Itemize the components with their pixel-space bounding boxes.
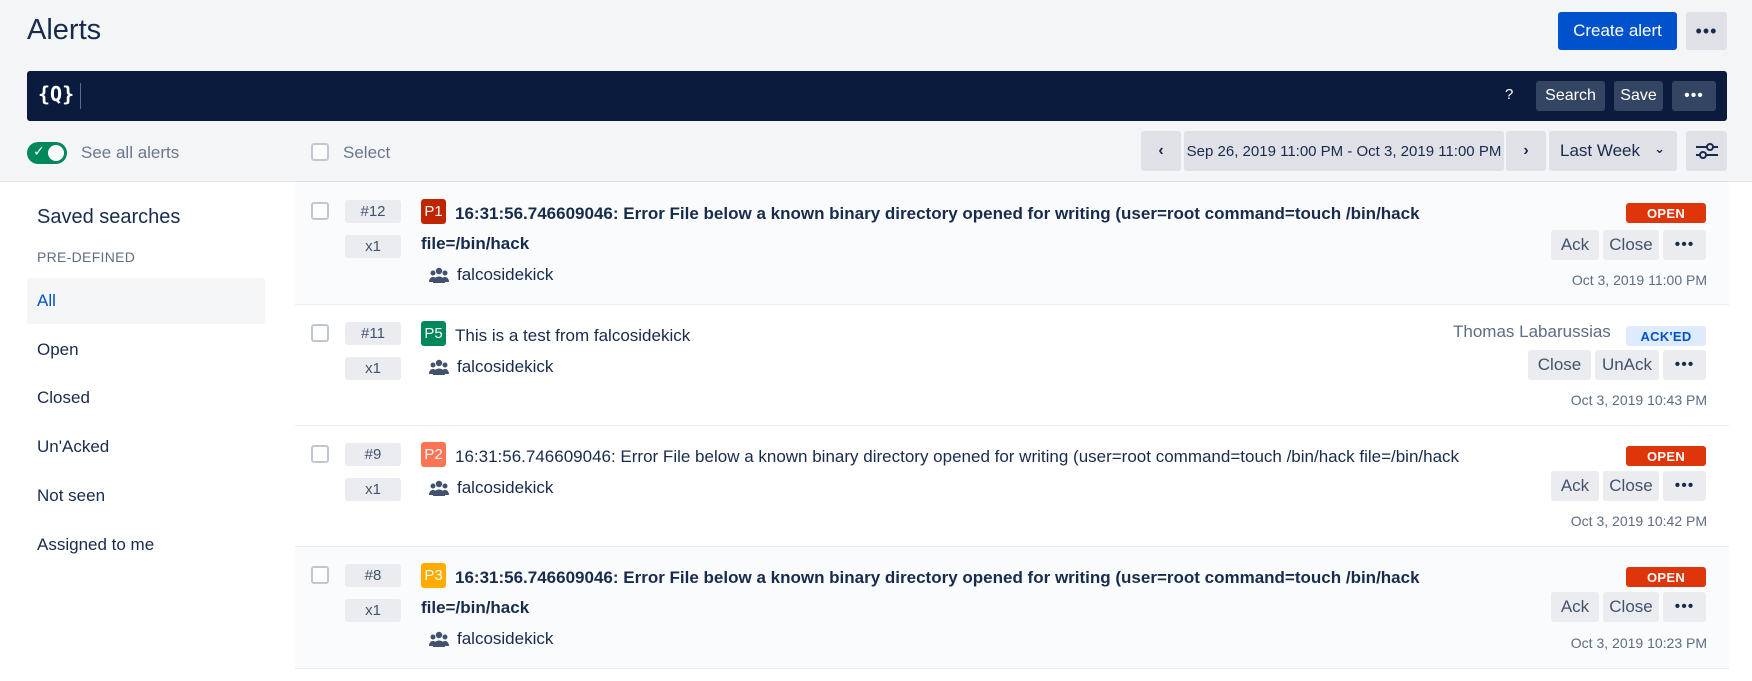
chevron-left-icon: ‹ xyxy=(1158,142,1164,159)
query-bar: {Q} ? Search Save ••• xyxy=(27,71,1727,121)
alert-row[interactable]: #11 x1 This is a test from falcosidekick… xyxy=(295,305,1729,426)
alert-row[interactable]: #8 x1 16:31:56.746609046: Error File bel… xyxy=(295,547,1729,669)
team-name: falcosidekick xyxy=(457,478,554,497)
alert-tiny-id: #11 xyxy=(345,322,401,345)
alert-timestamp: Oct 3, 2019 10:43 PM xyxy=(1570,392,1707,408)
row-checkbox[interactable] xyxy=(311,566,329,584)
search-button[interactable]: Search xyxy=(1536,81,1605,111)
alert-tiny-id: #8 xyxy=(345,564,401,587)
alert-team: falcosidekick xyxy=(429,629,553,649)
status-badge: OPEN xyxy=(1626,446,1706,466)
alert-count: x1 xyxy=(345,599,401,622)
sidebar-item-closed[interactable]: Closed xyxy=(27,375,265,421)
select-label: Select xyxy=(343,143,391,162)
alert-team: falcosidekick xyxy=(429,478,553,498)
prev-period-button[interactable]: ‹ xyxy=(1141,131,1181,171)
toggle-knob xyxy=(48,145,64,161)
unack-button[interactable]: UnAck xyxy=(1595,350,1659,380)
see-all-label: See all alerts xyxy=(81,143,180,162)
row-more-button[interactable]: ••• xyxy=(1663,592,1706,622)
alert-count: x1 xyxy=(345,235,401,258)
alert-message[interactable]: 16:31:56.746609046: Error File below a k… xyxy=(421,199,1441,259)
more-options-button[interactable]: ••• xyxy=(1686,12,1727,50)
team-name: falcosidekick xyxy=(457,357,554,376)
priority-badge: P2 xyxy=(421,442,446,467)
sidebar-section-label: PRE-DEFINED xyxy=(37,249,136,265)
row-more-button[interactable]: ••• xyxy=(1663,230,1706,260)
status-badge: ACK'ED xyxy=(1626,326,1706,346)
row-more-button[interactable]: ••• xyxy=(1663,471,1706,501)
alert-message[interactable]: 16:31:56.746609046: Error File below a k… xyxy=(421,563,1441,623)
ack-button[interactable]: Ack xyxy=(1551,592,1599,622)
status-badge: OPEN xyxy=(1626,567,1706,587)
row-checkbox[interactable] xyxy=(311,324,329,342)
sidebar-item-open[interactable]: Open xyxy=(27,327,265,373)
query-more-button[interactable]: ••• xyxy=(1672,81,1716,111)
check-icon: ✓ xyxy=(33,143,45,159)
sidebar-item-not-seen[interactable]: Not seen xyxy=(27,473,265,519)
date-range[interactable]: Sep 26, 2019 11:00 PM - Oct 3, 2019 11:0… xyxy=(1184,131,1504,171)
query-icon: {Q} xyxy=(38,82,75,106)
row-checkbox[interactable] xyxy=(311,202,329,220)
select-all-checkbox[interactable] xyxy=(311,143,329,161)
alert-message[interactable]: 16:31:56.746609046: Error File below a k… xyxy=(421,442,1521,472)
status-badge: OPEN xyxy=(1626,203,1706,223)
team-name: falcosidekick xyxy=(457,265,554,284)
priority-badge: P1 xyxy=(421,199,446,224)
page-title: Alerts xyxy=(27,14,102,46)
filter-settings-button[interactable] xyxy=(1686,131,1727,171)
team-name: falcosidekick xyxy=(457,629,554,648)
query-input[interactable] xyxy=(80,83,81,109)
chevron-down-icon: ⌄ xyxy=(1654,141,1665,156)
sliders-icon xyxy=(1695,143,1718,159)
close-button[interactable]: Close xyxy=(1528,350,1591,380)
team-icon xyxy=(429,480,449,496)
saved-searches-title: Saved searches xyxy=(37,206,181,228)
sidebar-item-assigned-to-me[interactable]: Assigned to me xyxy=(27,522,265,568)
team-icon xyxy=(429,631,449,647)
alert-timestamp: Oct 3, 2019 10:23 PM xyxy=(1570,635,1707,651)
alert-timestamp: Oct 3, 2019 10:42 PM xyxy=(1570,513,1707,529)
sidebar-item-all[interactable]: All xyxy=(27,278,265,324)
team-icon xyxy=(429,267,449,283)
close-button[interactable]: Close xyxy=(1603,471,1659,501)
ack-button[interactable]: Ack xyxy=(1551,230,1599,260)
create-alert-button[interactable]: Create alert xyxy=(1558,12,1677,50)
alert-row[interactable]: #9 x1 16:31:56.746609046: Error File bel… xyxy=(295,426,1729,547)
alert-count: x1 xyxy=(345,478,401,501)
close-button[interactable]: Close xyxy=(1603,592,1659,622)
alert-timestamp: Oct 3, 2019 11:00 PM xyxy=(1571,272,1707,288)
sidebar-item-unacked[interactable]: Un'Acked xyxy=(27,424,265,470)
chevron-right-icon: › xyxy=(1523,142,1529,159)
divider xyxy=(0,181,1752,182)
alert-owner: Thomas Labarussias xyxy=(1453,322,1611,341)
alert-message[interactable]: This is a test from falcosidekick xyxy=(421,321,1521,351)
alert-team: falcosidekick xyxy=(429,357,553,377)
next-period-button[interactable]: › xyxy=(1506,131,1546,171)
see-all-toggle[interactable]: ✓ xyxy=(27,142,67,164)
alert-tiny-id: #12 xyxy=(345,200,401,223)
alert-tiny-id: #9 xyxy=(345,443,401,466)
priority-badge: P5 xyxy=(421,321,446,346)
alert-team: falcosidekick xyxy=(429,265,553,285)
ack-button[interactable]: Ack xyxy=(1551,471,1599,501)
save-query-button[interactable]: Save xyxy=(1614,81,1663,111)
alert-row[interactable]: #12 x1 16:31:56.746609046: Error File be… xyxy=(295,183,1729,305)
priority-badge: P3 xyxy=(421,563,446,588)
close-button[interactable]: Close xyxy=(1603,230,1659,260)
period-select[interactable]: Last Week ⌄ xyxy=(1549,131,1677,171)
alert-count: x1 xyxy=(345,357,401,380)
period-value: Last Week xyxy=(1560,141,1641,160)
row-more-button[interactable]: ••• xyxy=(1663,350,1706,380)
team-icon xyxy=(429,359,449,375)
row-checkbox[interactable] xyxy=(311,445,329,463)
help-icon[interactable]: ? xyxy=(1505,86,1513,103)
